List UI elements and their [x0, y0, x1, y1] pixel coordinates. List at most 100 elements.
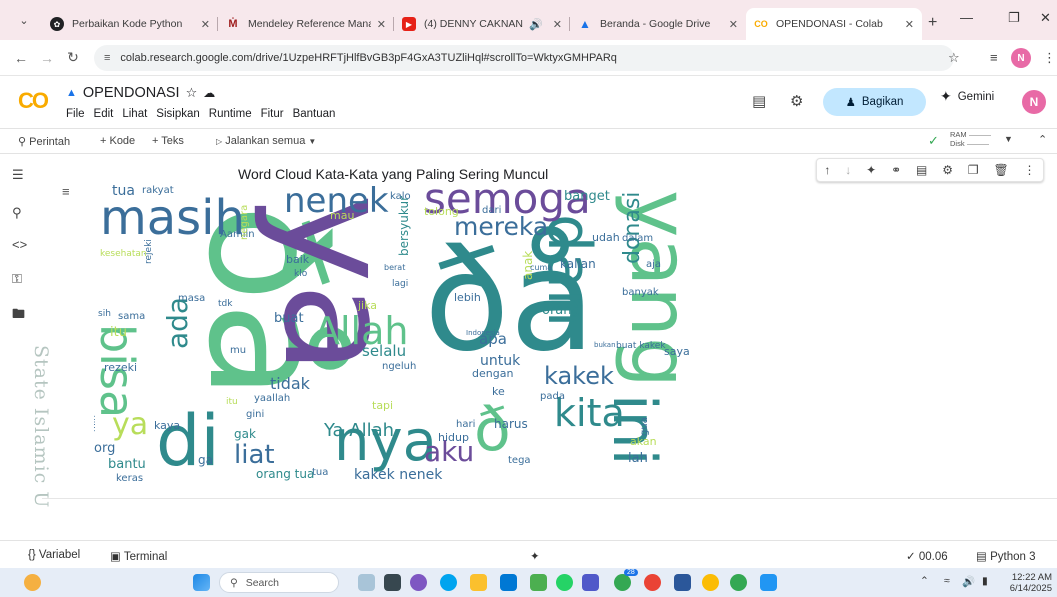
settings-gear-icon[interactable]: ⚙ [790, 92, 803, 110]
comments-icon[interactable]: ▤ [752, 92, 766, 110]
gemini-sparkle-icon[interactable]: ✦ [530, 549, 540, 563]
tab-close-icon[interactable]: ✕ [729, 18, 738, 31]
new-tab-icon[interactable]: + [928, 14, 937, 32]
photos-icon[interactable] [760, 574, 777, 591]
mirror-cell-icon[interactable]: ❐ [968, 163, 979, 177]
cell-more-icon[interactable]: ⋮ [1024, 163, 1036, 177]
collapse-header-icon[interactable]: ⌃ [1038, 133, 1047, 146]
colab-logo[interactable]: CO [18, 88, 49, 114]
move-up-icon[interactable]: ↑ [824, 163, 830, 177]
add-text-button[interactable]: + Teks [152, 135, 184, 147]
delete-trash-icon[interactable]: 🗑 [993, 163, 1008, 177]
find-replace-icon[interactable]: ⚲ [12, 205, 22, 221]
variables-button[interactable]: {} Variabel [28, 549, 80, 561]
notebook-title[interactable]: OPENDONASI [83, 85, 180, 101]
menu-runtime[interactable]: Runtime [209, 108, 252, 120]
restore-icon[interactable]: ❐ [1008, 10, 1020, 26]
browser-menu-icon[interactable]: ⋮ [1043, 50, 1056, 66]
menu-edit[interactable]: Edit [94, 108, 114, 120]
wordcloud-word: bersyukur [397, 195, 411, 256]
audio-playing-icon[interactable]: 🔊 [529, 18, 543, 31]
widgets-icon[interactable] [358, 574, 375, 591]
youtube-favicon-icon: ▶ [402, 17, 416, 31]
resource-meter[interactable]: RAM Disk [950, 130, 991, 148]
wordcloud-word: rejeki [144, 239, 154, 264]
close-window-icon[interactable]: ✕ [1040, 10, 1051, 26]
wordcloud-word: org [94, 441, 116, 456]
browser-tab[interactable]: ▲ Beranda - Google Drive ✕ [570, 8, 746, 40]
star-icon[interactable]: ☆ [186, 85, 198, 101]
file-explorer-icon[interactable] [470, 574, 487, 591]
teams-icon[interactable] [582, 574, 599, 591]
secrets-key-icon[interactable]: ⚿ [12, 271, 22, 287]
run-all-button[interactable]: ▷ Jalankan semua ▼ [216, 135, 316, 147]
chrome-icon[interactable] [614, 574, 631, 591]
wordcloud-word: selalu [362, 342, 407, 360]
tab-close-icon[interactable]: ✕ [905, 18, 914, 31]
gemini-button[interactable]: ✦ Gemini [940, 88, 994, 105]
wordcloud-word: mu [230, 345, 247, 356]
output-options-icon[interactable]: ≡ [62, 184, 70, 199]
bookmark-star-icon[interactable]: ☆ [948, 50, 960, 66]
kernel-status[interactable]: ▤ Python 3 [976, 549, 1035, 563]
url-bar[interactable]: ≡ colab.research.google.com/drive/1UzpeH… [94, 44, 954, 71]
site-info-icon[interactable]: ≡ [104, 52, 110, 64]
link-icon[interactable]: ⚭ [891, 163, 901, 177]
colab-profile-avatar[interactable]: N [1022, 90, 1046, 114]
browser-tab[interactable]: Ṁ Mendeley Reference Manag ✕ [218, 8, 394, 40]
menu-help[interactable]: Bantuan [293, 108, 336, 120]
minimize-icon[interactable]: — [960, 10, 973, 25]
tray-chevron-icon[interactable]: ⌃ [920, 575, 929, 587]
forward-icon[interactable]: → [34, 50, 60, 66]
browser-tab[interactable]: ✿ Perbaikan Kode Python ✕ [42, 8, 218, 40]
browser-tab-active[interactable]: CO OPENDONASI - Colab ✕ [746, 8, 922, 40]
task-view-icon[interactable] [384, 574, 401, 591]
menu-bar: File Edit Lihat Sisipkan Runtime Fitur B… [66, 108, 335, 120]
terminal-button[interactable]: ▣ Terminal [110, 549, 167, 563]
edge-icon[interactable] [440, 574, 457, 591]
files-folder-icon[interactable]: 🖿 [12, 305, 25, 327]
reading-list-icon[interactable]: ≡ [990, 50, 998, 65]
tab-search-icon[interactable]: ⌄ [12, 8, 36, 32]
commands-button[interactable]: ⚲ Perintah [18, 135, 70, 148]
wordcloud-word: orang [542, 303, 580, 318]
copilot-icon[interactable] [410, 574, 427, 591]
menu-file[interactable]: File [66, 108, 85, 120]
chrome-profile-icon[interactable] [644, 574, 661, 591]
store-icon[interactable] [530, 574, 547, 591]
menu-tools[interactable]: Fitur [261, 108, 284, 120]
wordcloud-word: dalam [622, 233, 654, 244]
browser-tab[interactable]: ▶ (4) DENNY CAKNAN - Sì 🔊 ✕ [394, 8, 570, 40]
share-button[interactable]: ♟ Bagikan [823, 88, 926, 116]
gemini-cell-icon[interactable]: ✦ [866, 163, 876, 177]
outlook-icon[interactable] [500, 574, 517, 591]
cell-settings-gear-icon[interactable]: ⚙ [942, 163, 953, 177]
whatsapp-icon[interactable] [556, 574, 573, 591]
comment-cell-icon[interactable]: ▤ [916, 163, 927, 177]
weather-widget-icon[interactable] [24, 574, 41, 591]
code-snippets-icon[interactable]: <> [12, 237, 27, 252]
profile-avatar[interactable]: N [1011, 48, 1031, 68]
back-icon[interactable]: ← [8, 50, 34, 66]
system-clock[interactable]: 12:22 AM 6/14/2025 [1000, 572, 1052, 594]
chrome-profile-2-icon[interactable] [702, 574, 719, 591]
menu-view[interactable]: Lihat [122, 108, 147, 120]
cloud-icon[interactable]: ☁ [203, 86, 215, 100]
volume-icon[interactable]: 🔊 [962, 575, 975, 588]
tab-close-icon[interactable]: ✕ [201, 18, 210, 31]
chrome-profile-3-icon[interactable] [730, 574, 747, 591]
wifi-icon[interactable]: ≈ [944, 575, 950, 587]
windows-start-icon[interactable] [193, 574, 210, 591]
taskbar-search[interactable]: ⚲ Search [219, 572, 339, 593]
add-code-button[interactable]: + Kode [100, 135, 135, 147]
table-of-contents-icon[interactable]: ☰ [12, 167, 24, 183]
reload-icon[interactable]: ↻ [60, 49, 86, 66]
execution-status[interactable]: ✓ 00.06 [906, 549, 948, 563]
battery-icon[interactable]: ▮ [982, 575, 988, 587]
tab-close-icon[interactable]: ✕ [553, 18, 562, 31]
tab-close-icon[interactable]: ✕ [377, 18, 386, 31]
word-icon[interactable] [674, 574, 691, 591]
menu-insert[interactable]: Sisipkan [156, 108, 199, 120]
runtime-dropdown-icon[interactable]: ▼ [1004, 134, 1013, 144]
move-down-icon[interactable]: ↓ [845, 163, 851, 177]
